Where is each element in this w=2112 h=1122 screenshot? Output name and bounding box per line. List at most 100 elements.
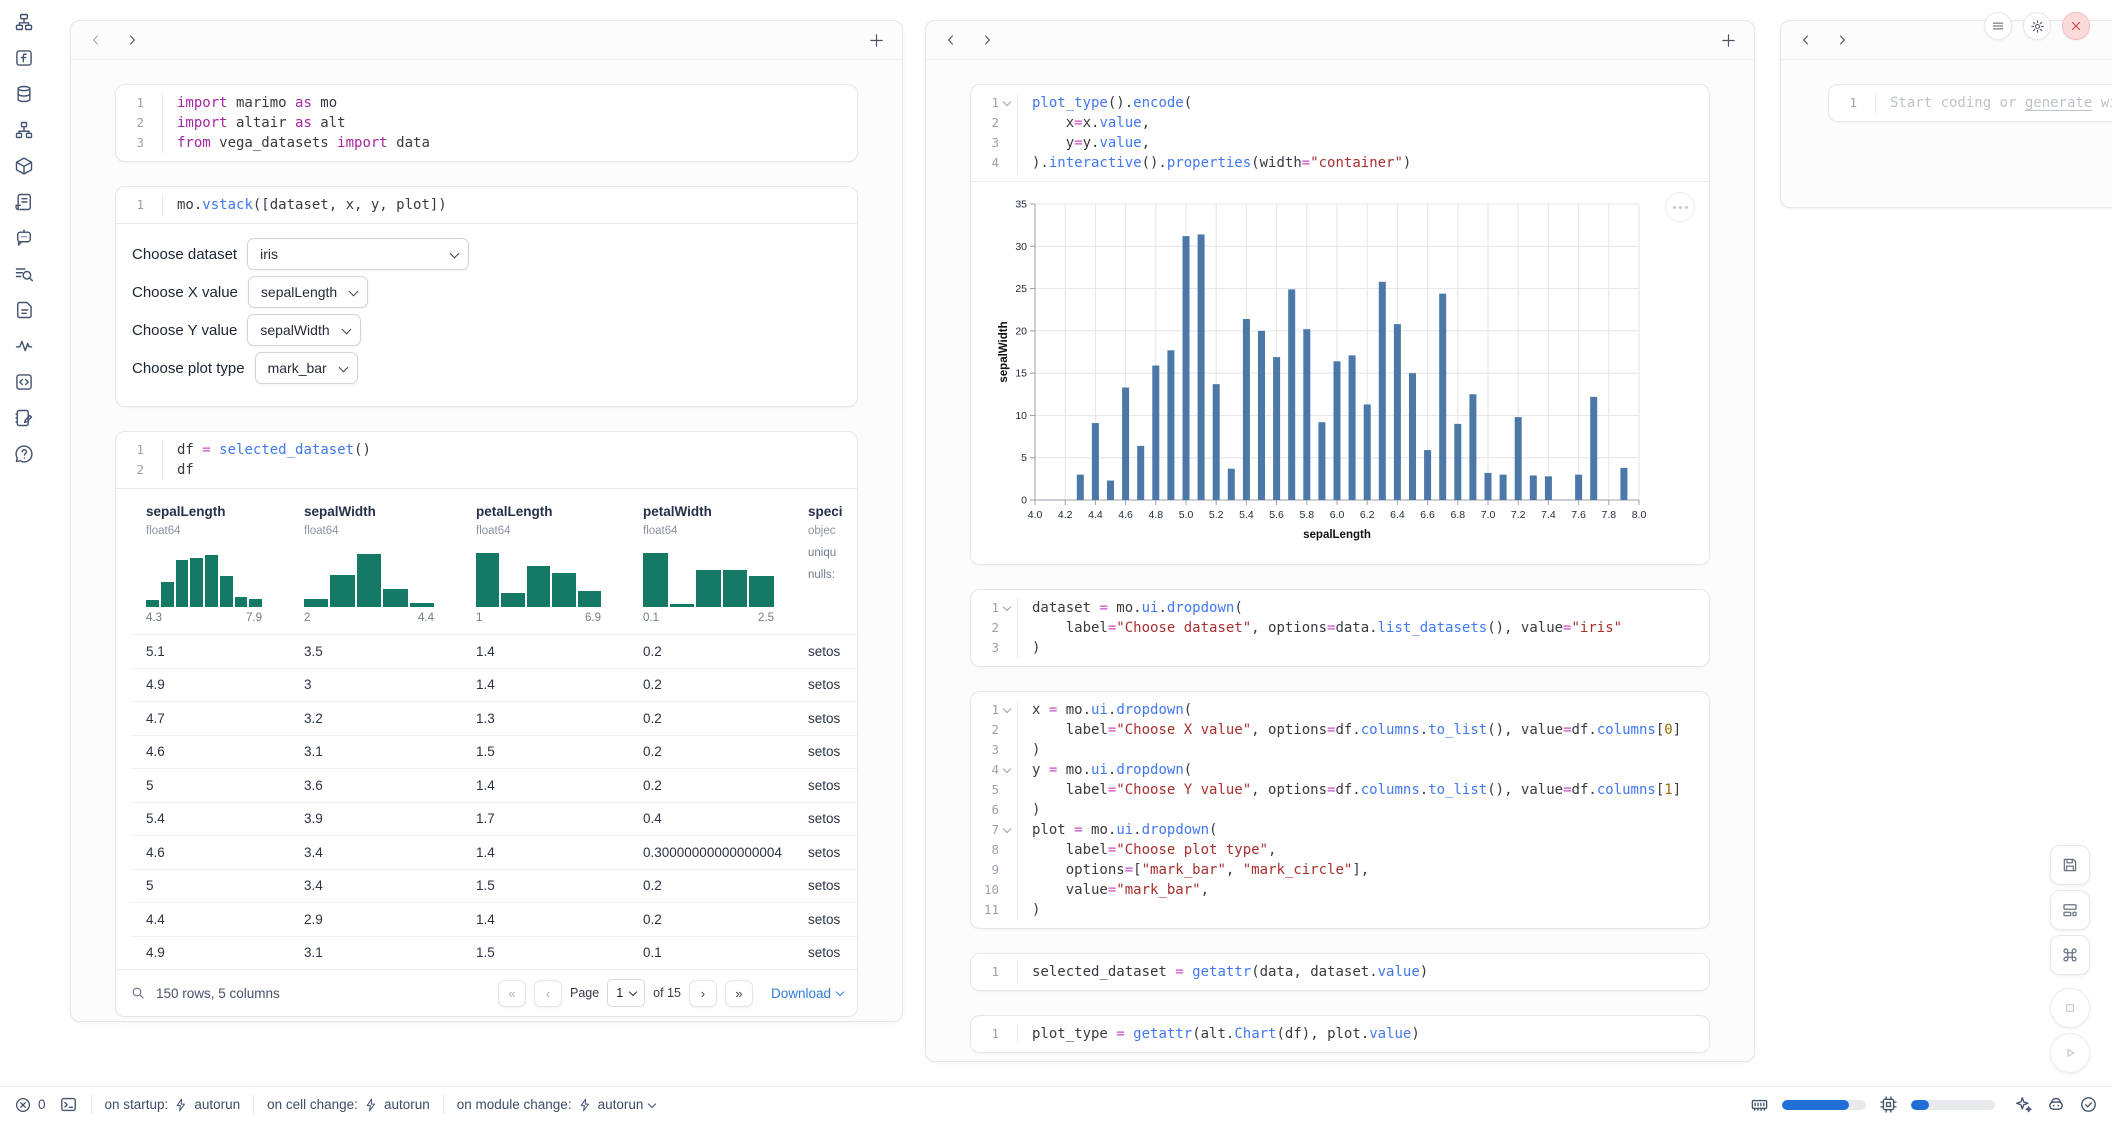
code-text[interactable]: value="mark_bar", bbox=[1017, 880, 1709, 900]
connection-status-icon[interactable] bbox=[2079, 1095, 2098, 1114]
on-cell-change-setting[interactable]: on cell change: autorun bbox=[267, 1097, 430, 1112]
scroll-column-right-button[interactable] bbox=[1833, 31, 1851, 49]
generate-link[interactable]: generate bbox=[2025, 95, 2092, 111]
code-cell-plot-type[interactable]: 1plot_type = getattr(alt.Chart(df), plot… bbox=[970, 1015, 1710, 1053]
add-cell-button[interactable] bbox=[866, 30, 886, 50]
scroll-column-right-button[interactable] bbox=[978, 31, 996, 49]
column-header[interactable]: speciobjecuniqunulls: bbox=[800, 503, 857, 634]
code-editor-input[interactable]: Start coding or generate with bbox=[1875, 93, 2112, 113]
code-text[interactable]: from vega_datasets import data bbox=[162, 133, 857, 153]
code-cell-dataframe[interactable]: 1df = selected_dataset()2df sepalLengthf… bbox=[115, 431, 858, 1017]
code-icon[interactable] bbox=[12, 372, 36, 392]
table-row[interactable]: 5.43.91.70.4setos bbox=[130, 802, 857, 836]
table-row[interactable]: 4.73.21.30.2setos bbox=[130, 701, 857, 735]
dropdown-select[interactable]: mark_bar bbox=[255, 352, 358, 384]
error-count[interactable]: 0 bbox=[14, 1096, 46, 1114]
code-cell-xy-dropdowns[interactable]: 1x = mo.ui.dropdown(2 label="Choose X va… bbox=[970, 691, 1710, 929]
ai-sparkle-icon[interactable] bbox=[2014, 1095, 2033, 1114]
add-cell-button[interactable] bbox=[1718, 30, 1738, 50]
scratchpad-icon[interactable] bbox=[12, 408, 36, 428]
file-tree-icon[interactable] bbox=[12, 12, 36, 32]
keyboard-shortcuts-button[interactable] bbox=[2050, 935, 2090, 975]
page-select[interactable]: 1 bbox=[607, 979, 645, 1007]
table-row[interactable]: 4.63.41.40.30000000000000004setos bbox=[130, 835, 857, 869]
code-text[interactable]: label="Choose Y value", options=df.colum… bbox=[1017, 780, 1709, 800]
code-text[interactable]: df bbox=[162, 460, 857, 480]
tracing-icon[interactable] bbox=[12, 336, 36, 356]
table-row[interactable]: 53.61.40.2setos bbox=[130, 768, 857, 802]
code-cell-plot[interactable]: 1plot_type().encode(2 x=x.value,3 y=y.va… bbox=[970, 84, 1710, 565]
code-text[interactable]: plot_type = getattr(alt.Chart(df), plot.… bbox=[1017, 1024, 1709, 1044]
code-cell-imports[interactable]: 1import marimo as mo2import altair as al… bbox=[115, 84, 858, 162]
code-text[interactable]: plot_type().encode( bbox=[1017, 93, 1709, 113]
dropdown-select[interactable]: sepalWidth bbox=[247, 314, 360, 346]
code-text[interactable]: import marimo as mo bbox=[162, 93, 857, 113]
code-text[interactable]: df = selected_dataset() bbox=[162, 440, 857, 460]
datasources-icon[interactable] bbox=[12, 84, 36, 104]
dependency-graph-icon[interactable] bbox=[12, 120, 36, 140]
dropdown-select[interactable]: iris bbox=[247, 238, 469, 270]
on-startup-setting[interactable]: on startup: autorun bbox=[105, 1097, 241, 1112]
bar-chart[interactable]: 4.04.24.44.64.85.05.25.45.65.86.06.26.46… bbox=[995, 194, 1691, 546]
code-text[interactable]: options=["mark_bar", "mark_circle"], bbox=[1017, 860, 1709, 880]
code-text[interactable]: ) bbox=[1017, 900, 1709, 920]
empty-code-cell[interactable]: 1 Start coding or generate with bbox=[1828, 84, 2112, 122]
menu-button[interactable] bbox=[1984, 12, 2012, 40]
search-icon[interactable] bbox=[130, 985, 146, 1001]
table-row[interactable]: 4.42.91.40.2setos bbox=[130, 902, 857, 936]
column-header[interactable]: petalWidthfloat640.12.5 bbox=[627, 503, 800, 634]
chart-options-button[interactable] bbox=[1665, 192, 1695, 222]
stop-button[interactable] bbox=[2050, 988, 2090, 1028]
fold-toggle-icon[interactable] bbox=[999, 598, 1015, 618]
dropdown-select[interactable]: sepalLength bbox=[248, 276, 368, 308]
terminal-button[interactable] bbox=[59, 1095, 78, 1114]
save-button[interactable] bbox=[2050, 845, 2090, 885]
on-module-change-setting[interactable]: on module change: autorun bbox=[457, 1097, 656, 1112]
code-text[interactable]: x = mo.ui.dropdown( bbox=[1017, 700, 1709, 720]
code-cell-vstack[interactable]: 1mo.vstack([dataset, x, y, plot]) Choose… bbox=[115, 186, 858, 407]
packages-icon[interactable] bbox=[12, 156, 36, 176]
table-row[interactable]: 53.41.50.2setos bbox=[130, 869, 857, 903]
code-text[interactable]: plot = mo.ui.dropdown( bbox=[1017, 820, 1709, 840]
code-text[interactable]: y = mo.ui.dropdown( bbox=[1017, 760, 1709, 780]
code-cell-selected-dataset[interactable]: 1selected_dataset = getattr(data, datase… bbox=[970, 953, 1710, 991]
code-text[interactable]: selected_dataset = getattr(data, dataset… bbox=[1017, 962, 1709, 982]
code-text[interactable]: ) bbox=[1017, 740, 1709, 760]
scroll-column-left-button[interactable] bbox=[87, 31, 105, 49]
code-text[interactable]: mo.vstack([dataset, x, y, plot]) bbox=[162, 195, 857, 215]
fold-toggle-icon[interactable] bbox=[999, 93, 1015, 113]
table-row[interactable]: 4.63.11.50.2setos bbox=[130, 735, 857, 769]
code-text[interactable]: label="Choose plot type", bbox=[1017, 840, 1709, 860]
scroll-column-left-button[interactable] bbox=[1797, 31, 1815, 49]
run-button[interactable] bbox=[2050, 1033, 2090, 1073]
column-header[interactable]: sepalLengthfloat644.37.9 bbox=[130, 503, 288, 634]
settings-button[interactable] bbox=[2023, 12, 2051, 40]
scroll-column-left-button[interactable] bbox=[942, 31, 960, 49]
fold-toggle-icon[interactable] bbox=[999, 760, 1015, 780]
fold-toggle-icon[interactable] bbox=[999, 700, 1015, 720]
snippets-icon[interactable] bbox=[12, 300, 36, 320]
chat-icon[interactable] bbox=[12, 228, 36, 248]
table-row[interactable]: 5.13.51.40.2setos bbox=[130, 634, 857, 668]
code-text[interactable]: import altair as alt bbox=[162, 113, 857, 133]
download-button[interactable]: Download bbox=[771, 986, 843, 1001]
code-text[interactable]: x=x.value, bbox=[1017, 113, 1709, 133]
scroll-column-right-button[interactable] bbox=[123, 31, 141, 49]
help-icon[interactable] bbox=[12, 444, 36, 464]
code-text[interactable]: ) bbox=[1017, 800, 1709, 820]
code-cell-dataset-dropdown[interactable]: 1dataset = mo.ui.dropdown(2 label="Choos… bbox=[970, 589, 1710, 667]
code-text[interactable]: ).interactive().properties(width="contai… bbox=[1017, 153, 1709, 173]
code-text[interactable]: dataset = mo.ui.dropdown( bbox=[1017, 598, 1709, 618]
fold-toggle-icon[interactable] bbox=[999, 820, 1015, 840]
prev-page-button[interactable]: ‹ bbox=[534, 980, 562, 1007]
documentation-icon[interactable] bbox=[12, 264, 36, 284]
table-row[interactable]: 4.931.40.2setos bbox=[130, 668, 857, 702]
column-header[interactable]: sepalWidthfloat6424.4 bbox=[288, 503, 460, 634]
functions-icon[interactable] bbox=[12, 48, 36, 68]
code-text[interactable]: y=y.value, bbox=[1017, 133, 1709, 153]
copilot-icon[interactable] bbox=[2046, 1095, 2066, 1115]
column-header[interactable]: petalLengthfloat6416.9 bbox=[460, 503, 627, 634]
table-row[interactable]: 4.93.11.50.1setos bbox=[130, 936, 857, 970]
code-text[interactable]: ) bbox=[1017, 638, 1709, 658]
next-page-button[interactable]: › bbox=[689, 980, 717, 1007]
